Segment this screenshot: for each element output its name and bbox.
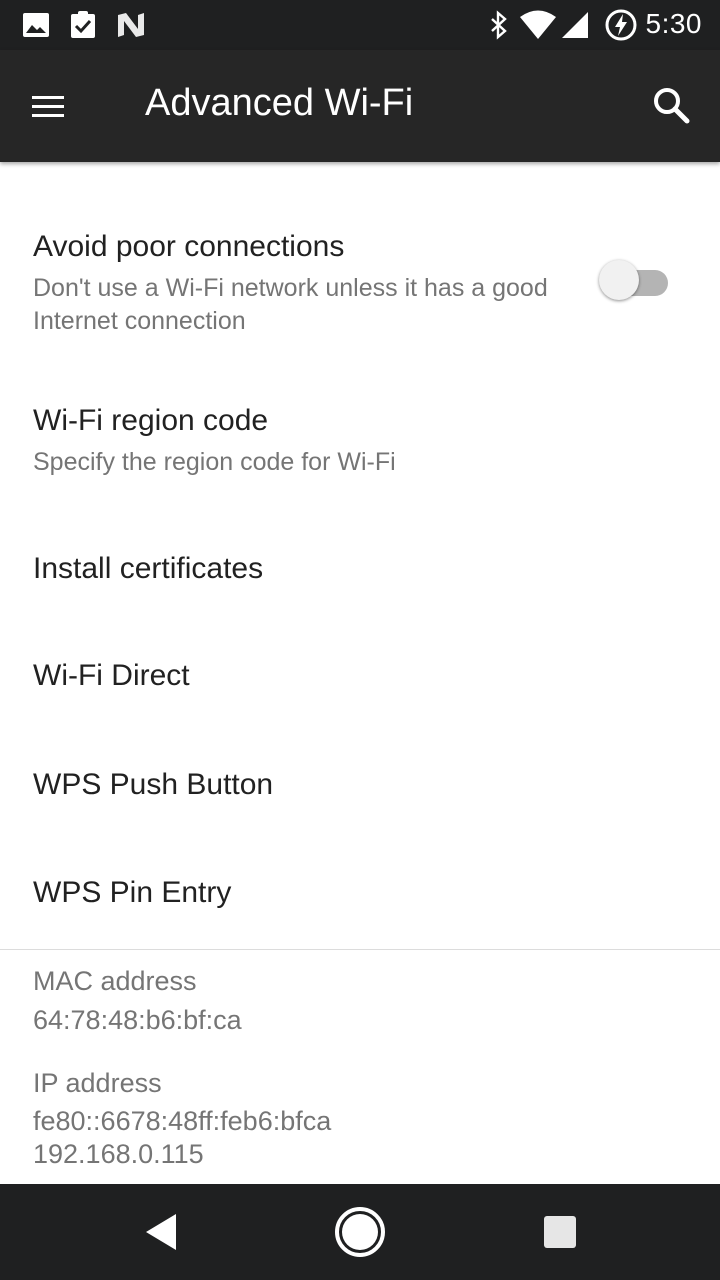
pref-wps-pin-entry[interactable]: WPS Pin Entry <box>0 842 720 946</box>
switch-thumb <box>599 260 639 300</box>
status-time: 5:30 <box>645 8 702 39</box>
pref-title: WPS Pin Entry <box>33 876 232 909</box>
page-title: Advanced Wi-Fi <box>145 82 414 124</box>
mac-address-value: 64:78:48:b6:bf:ca <box>33 1005 242 1035</box>
home-circle-icon[interactable] <box>330 1204 390 1260</box>
menu-icon[interactable] <box>24 83 72 131</box>
pref-title: WPS Push Button <box>33 768 274 801</box>
navigation-bar <box>0 1184 720 1280</box>
pref-wifi-region-code[interactable]: Wi-Fi region code Specify the region cod… <box>0 388 720 508</box>
pref-title: Avoid poor connections <box>33 230 345 263</box>
recents-square-icon[interactable] <box>530 1204 590 1260</box>
wifi-signal-icon <box>520 10 556 39</box>
settings-list: Avoid poor connections Don't use a Wi-Fi… <box>0 162 720 1184</box>
pref-wifi-direct[interactable]: Wi-Fi Direct <box>0 625 720 729</box>
pref-title: Wi-Fi region code <box>33 404 269 437</box>
pref-title: Install certificates <box>33 552 264 585</box>
bluetooth-icon <box>491 10 507 40</box>
pref-wps-push-button[interactable]: WPS Push Button <box>0 734 720 838</box>
battery-saver-icon <box>605 9 637 41</box>
n-logo-icon <box>118 13 144 37</box>
avoid-poor-connections-switch[interactable] <box>596 258 674 302</box>
image-icon <box>23 13 49 37</box>
cell-signal-icon <box>562 12 588 38</box>
status-bar: 5:30 <box>0 0 720 50</box>
pref-summary: Specify the region code for Wi-Fi <box>33 448 396 476</box>
ip-address-v4-value: 192.168.0.115 <box>33 1139 204 1169</box>
pref-title: Wi-Fi Direct <box>33 659 190 692</box>
back-triangle-icon[interactable] <box>130 1204 190 1260</box>
pref-summary: Don't use a Wi-Fi network unless it has … <box>33 274 548 335</box>
ip-address-label: IP address <box>33 1068 162 1098</box>
search-icon[interactable] <box>646 80 698 132</box>
clipboard-check-icon <box>71 11 95 38</box>
pref-install-certificates[interactable]: Install certificates <box>0 518 720 622</box>
mac-address-label: MAC address <box>33 966 197 996</box>
app-bar: Advanced Wi-Fi <box>0 50 720 162</box>
divider <box>0 949 720 950</box>
ip-address-v6-value: fe80::6678:48ff:feb6:bfca <box>33 1106 332 1136</box>
